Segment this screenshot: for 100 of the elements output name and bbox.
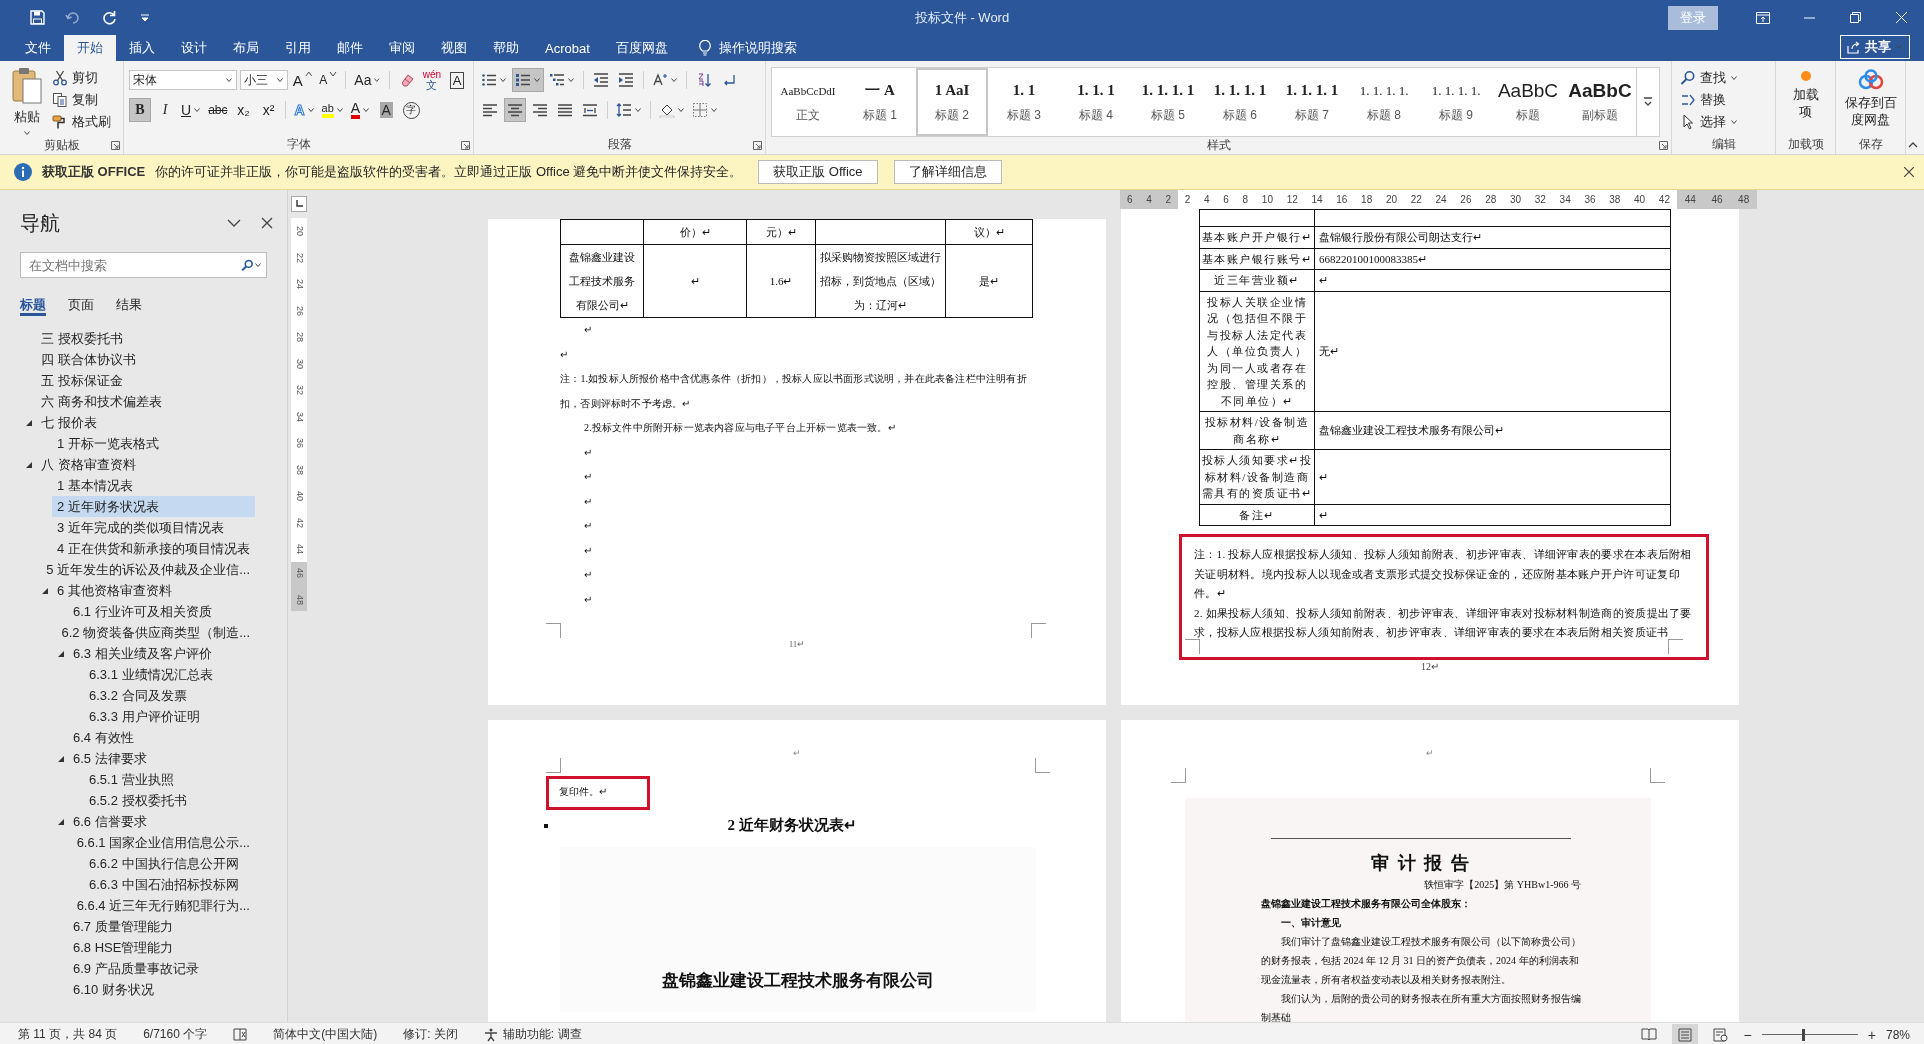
ribbon-tab[interactable]: 设计	[168, 35, 220, 61]
ribbon-tab[interactable]: 审阅	[376, 35, 428, 61]
italic-button[interactable]: I	[154, 98, 176, 122]
style-item[interactable]: 1. 1. 1. 1 标题 7	[1276, 68, 1348, 136]
nav-heading[interactable]: 6.8 HSE管理能力	[68, 937, 255, 958]
search-field[interactable]: 在文档中搜索	[27, 256, 241, 274]
nav-heading[interactable]: 6.6 信誉要求	[68, 811, 255, 832]
nav-heading[interactable]: 6.5 法律要求	[68, 748, 255, 769]
pane-tab[interactable]: 页面	[68, 296, 94, 316]
ribbon-tab[interactable]: 开始	[64, 35, 116, 61]
zoom-out-button[interactable]: −	[1743, 1026, 1752, 1043]
grow-font-button[interactable]: A	[290, 68, 315, 92]
find-button[interactable]: 查找	[1677, 67, 1770, 89]
subscript-button[interactable]: x₂	[232, 98, 255, 122]
tell-me-search[interactable]: 操作说明搜索	[688, 35, 807, 61]
nav-heading[interactable]: 6.5.2 授权委托书	[84, 790, 255, 811]
ribbon-tab[interactable]: 文件	[12, 35, 64, 61]
style-item[interactable]: 1. 1. 1. 1. 标题 9	[1420, 68, 1492, 136]
style-item[interactable]: AaBbC 副标题	[1564, 68, 1636, 136]
language-status[interactable]: 简体中文(中国大陆)	[273, 1026, 378, 1043]
nav-heading[interactable]: 4 正在供货和新承接的项目情况表	[52, 538, 255, 559]
style-item[interactable]: AaBbCcDdI 正文	[772, 68, 844, 136]
nav-heading[interactable]: 6.1 行业许可及相关资质	[68, 601, 255, 622]
dialog-launcher-icon[interactable]	[1659, 141, 1668, 150]
expanded-triangle-icon[interactable]	[41, 586, 49, 595]
close-icon[interactable]	[1904, 167, 1914, 177]
style-item[interactable]: 1. 1. 1 标题 4	[1060, 68, 1132, 136]
expanded-triangle-icon[interactable]	[57, 649, 65, 658]
font-color-button[interactable]: A	[348, 98, 373, 122]
nav-heading[interactable]: 6.10 财务状况	[68, 979, 255, 1000]
style-item[interactable]: 1. 1 标题 3	[988, 68, 1060, 136]
copy-button[interactable]: 复制	[49, 89, 114, 111]
nav-heading[interactable]: 6.2 物资装备供应商类型（制造...	[56, 622, 255, 643]
nav-heading[interactable]: 八 资格审查资料	[36, 454, 255, 475]
ribbon-tab[interactable]: 帮助	[480, 35, 532, 61]
ribbon-tab[interactable]: 插入	[116, 35, 168, 61]
align-center-button[interactable]	[504, 98, 526, 122]
phonetic-guide-button[interactable]: wén 文	[420, 68, 443, 92]
ribbon-tab[interactable]: 视图	[428, 35, 480, 61]
ribbon-tab[interactable]: Acrobat	[532, 35, 603, 61]
strikethrough-button[interactable]: abc	[206, 98, 230, 122]
nav-heading[interactable]: 6.7 质量管理能力	[68, 916, 255, 937]
nav-heading[interactable]: 1 开标一览表格式	[52, 433, 255, 454]
expanded-triangle-icon[interactable]	[25, 460, 33, 469]
ribbon-tab[interactable]: 邮件	[324, 35, 376, 61]
dialog-launcher-icon[interactable]	[111, 141, 120, 150]
highlight-button[interactable]: ab	[319, 98, 346, 122]
nav-heading[interactable]: 3 近年完成的类似项目情况表	[52, 517, 255, 538]
superscript-button[interactable]: x²	[257, 98, 280, 122]
nav-heading[interactable]: 三 授权委托书	[36, 328, 255, 349]
style-item[interactable]: 1. 1. 1. 1. 标题 8	[1348, 68, 1420, 136]
nav-heading[interactable]: 四 联合体协议书	[36, 349, 255, 370]
nav-heading[interactable]: 6.5.1 营业执照	[84, 769, 255, 790]
underline-button[interactable]: U	[179, 98, 204, 122]
style-item[interactable]: 一 A 标题 1	[844, 68, 916, 136]
pane-tab[interactable]: 结果	[116, 296, 142, 316]
bold-button[interactable]: B	[129, 98, 151, 122]
word-count[interactable]: 6/7160 个字	[143, 1026, 208, 1043]
save-to-cloud-button[interactable]: 保存到百度网盘	[1841, 65, 1900, 136]
style-item[interactable]: 1 AaI 标题 2	[916, 68, 988, 136]
nav-heading[interactable]: 七 报价表	[36, 412, 255, 433]
font-name-dropdown[interactable]: 宋体	[129, 70, 238, 90]
warning-action-button[interactable]: 了解详细信息	[893, 160, 1002, 184]
nav-heading[interactable]: 1 基本情况表	[52, 475, 255, 496]
proofing-icon[interactable]	[233, 1028, 248, 1041]
nav-heading[interactable]: 6.6.4 近三年无行贿犯罪行为...	[71, 895, 255, 916]
zoom-level[interactable]: 78%	[1885, 1027, 1910, 1042]
dialog-launcher-icon[interactable]	[461, 141, 470, 150]
expanded-triangle-icon[interactable]	[57, 754, 65, 763]
nav-heading[interactable]: 6.3 相关业绩及客户评价	[68, 643, 255, 664]
nav-heading[interactable]: 6.3.2 合同及发票	[84, 685, 255, 706]
nav-heading[interactable]: 五 投标保证金	[36, 370, 255, 391]
nav-heading[interactable]: 6 其他资格审查资料	[52, 580, 255, 601]
tab-selector[interactable]	[291, 196, 307, 212]
expanded-triangle-icon[interactable]	[57, 817, 65, 826]
change-case-button[interactable]: Aa	[352, 68, 383, 92]
more-styles-icon[interactable]	[1643, 96, 1653, 108]
ribbon-tab[interactable]: 布局	[220, 35, 272, 61]
search-box[interactable]: 在文档中搜索	[20, 252, 267, 278]
chevron-down-icon[interactable]	[227, 219, 241, 227]
style-item[interactable]: 1. 1. 1. 1 标题 5	[1132, 68, 1204, 136]
search-icon[interactable]	[241, 258, 254, 272]
dialog-launcher-icon[interactable]	[753, 141, 762, 150]
expanded-triangle-icon[interactable]	[25, 418, 33, 427]
zoom-in-button[interactable]: +	[1867, 1026, 1876, 1043]
nav-heading[interactable]: 6.9 产品质量事故记录	[68, 958, 255, 979]
ribbon-tab[interactable]: 百度网盘	[602, 35, 681, 61]
nav-heading[interactable]: 5 近年发生的诉讼及仲裁及企业信...	[41, 559, 255, 580]
nav-heading[interactable]: 六 商务和技术偏差表	[36, 391, 255, 412]
add-ins-button[interactable]: 加载项	[1789, 65, 1822, 136]
collapse-ribbon-icon[interactable]	[1908, 141, 1918, 148]
nav-heading[interactable]: 6.4 有效性	[68, 727, 255, 748]
nav-heading[interactable]: 6.6.3 中国石油招标投标网	[84, 874, 255, 895]
track-changes-status[interactable]: 修订: 关闭	[403, 1026, 458, 1043]
nav-heading[interactable]: 6.3.1 业绩情况汇总表	[84, 664, 255, 685]
nav-heading[interactable]: 6.6.2 中国执行信息公开网	[84, 853, 255, 874]
zoom-slider-thumb[interactable]	[1802, 1028, 1806, 1041]
nav-heading[interactable]: 6.6.1 国家企业信用信息公示...	[71, 832, 255, 853]
print-layout-button[interactable]	[1671, 1023, 1698, 1044]
format-painter-button[interactable]: 格式刷	[49, 111, 114, 133]
